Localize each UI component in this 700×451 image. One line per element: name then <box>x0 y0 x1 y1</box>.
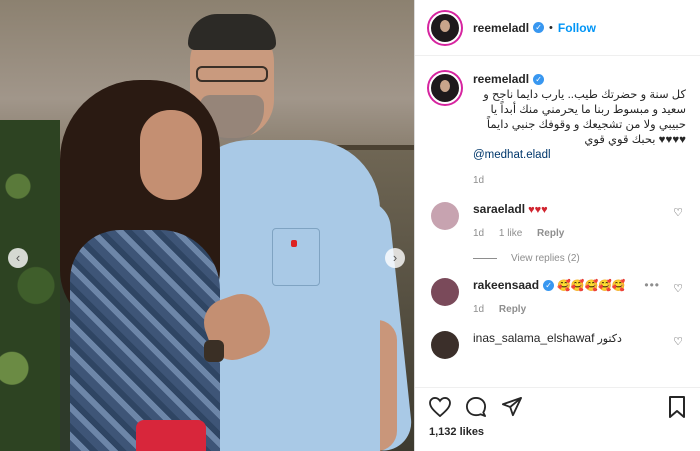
post-sidebar: reemeladl ✓ • Follow reemeladl ✓ كل سنة و… <box>414 0 700 451</box>
comment-text: دكتور <box>597 333 622 345</box>
photo-shirt-pocket <box>272 228 320 286</box>
photo-watch <box>204 340 224 362</box>
author-avatar[interactable] <box>429 11 461 44</box>
caption-body: reemeladl ✓ كل سنة و حضرتك طيب.. يارب داي… <box>473 72 686 188</box>
comment-avatar[interactable] <box>431 202 459 230</box>
post-header: reemeladl ✓ • Follow <box>415 0 700 56</box>
separator-dot: • <box>549 21 553 34</box>
bookmark-save-icon[interactable] <box>668 396 686 418</box>
comment-text: ♥♥♥ <box>528 204 548 216</box>
comment-item: inas_salama_elshawaf دكتور ♡ <box>429 331 686 359</box>
view-replies-label: View replies (2) <box>511 253 580 264</box>
like-heart-icon[interactable] <box>429 397 451 417</box>
follow-button[interactable]: Follow <box>558 21 596 35</box>
caption-mention[interactable]: @medhat.eladl <box>473 148 686 163</box>
carousel-next-button[interactable]: › <box>385 248 405 268</box>
comment-avatar[interactable] <box>431 331 459 359</box>
comment-meta: 1d 1 like Reply <box>473 227 670 241</box>
comment-bubble-icon[interactable] <box>465 397 487 417</box>
comment-like-heart-icon[interactable]: ♡ <box>670 335 686 348</box>
comment-more-icon[interactable]: ••• <box>644 278 660 292</box>
comment-meta: 1d Reply <box>473 303 644 317</box>
comment-text: 🥰🥰🥰🥰🥰 <box>557 280 626 292</box>
reply-button[interactable]: Reply <box>537 228 564 239</box>
likes-count[interactable]: 1,132 likes <box>429 426 686 438</box>
view-replies-button[interactable]: View replies (2) <box>473 253 686 264</box>
comment-username[interactable]: rakeensaad <box>473 278 539 292</box>
comment-body: saraeladl ♥♥♥ 1d 1 like Reply <box>473 202 670 241</box>
author-username[interactable]: reemeladl <box>473 21 529 35</box>
caption-time[interactable]: 1d <box>473 173 686 188</box>
comment-body: inas_salama_elshawaf دكتور <box>473 331 670 346</box>
verified-icon: ✓ <box>543 280 555 291</box>
caption: reemeladl ✓ كل سنة و حضرتك طيب.. يارب داي… <box>429 72 686 188</box>
comment-likes[interactable]: 1 like <box>499 228 522 239</box>
verified-icon: ✓ <box>533 22 545 33</box>
caption-author-avatar[interactable] <box>429 72 461 104</box>
comment-like-heart-icon[interactable]: ♡ <box>670 206 686 219</box>
photo-man-hair <box>188 14 276 50</box>
comment-username[interactable]: inas_salama_elshawaf <box>473 331 594 345</box>
photo-background-plants <box>0 120 60 451</box>
photo-man-glasses <box>196 66 268 82</box>
comment-time[interactable]: 1d <box>473 304 484 315</box>
photo-polo-logo <box>291 240 297 247</box>
replies-divider-line <box>473 258 497 259</box>
comment-time[interactable]: 1d <box>473 228 484 239</box>
verified-icon: ✓ <box>533 74 545 85</box>
caption-username[interactable]: reemeladl <box>473 72 529 86</box>
comment-like-heart-icon[interactable]: ♡ <box>670 282 686 295</box>
reply-button[interactable]: Reply <box>499 304 526 315</box>
photo-woman-blouse <box>70 230 220 451</box>
comment-avatar[interactable] <box>431 278 459 306</box>
photo-woman-face <box>140 110 202 200</box>
actions-row <box>429 396 686 418</box>
comment-item: rakeensaad ✓ 🥰🥰🥰🥰🥰 1d Reply ••• ♡ <box>429 278 686 317</box>
comment-username[interactable]: saraeladl <box>473 202 525 216</box>
instagram-post: ‹ › reemeladl ✓ • Follow reemeladl ✓ كل س… <box>0 0 700 451</box>
comment-item: saraeladl ♥♥♥ 1d 1 like Reply ♡ <box>429 202 686 241</box>
carousel-prev-button[interactable]: ‹ <box>8 248 28 268</box>
comment-body: rakeensaad ✓ 🥰🥰🥰🥰🥰 1d Reply <box>473 278 644 317</box>
post-photo[interactable]: ‹ › <box>0 0 414 451</box>
post-actions: 1,132 likes <box>415 387 700 451</box>
photo-red-bag <box>136 420 206 451</box>
comments-list[interactable]: reemeladl ✓ كل سنة و حضرتك طيب.. يارب داي… <box>415 60 700 387</box>
caption-text: كل سنة و حضرتك طيب.. يارب دايما ناجح و س… <box>483 89 686 146</box>
share-direct-icon[interactable] <box>501 397 523 417</box>
